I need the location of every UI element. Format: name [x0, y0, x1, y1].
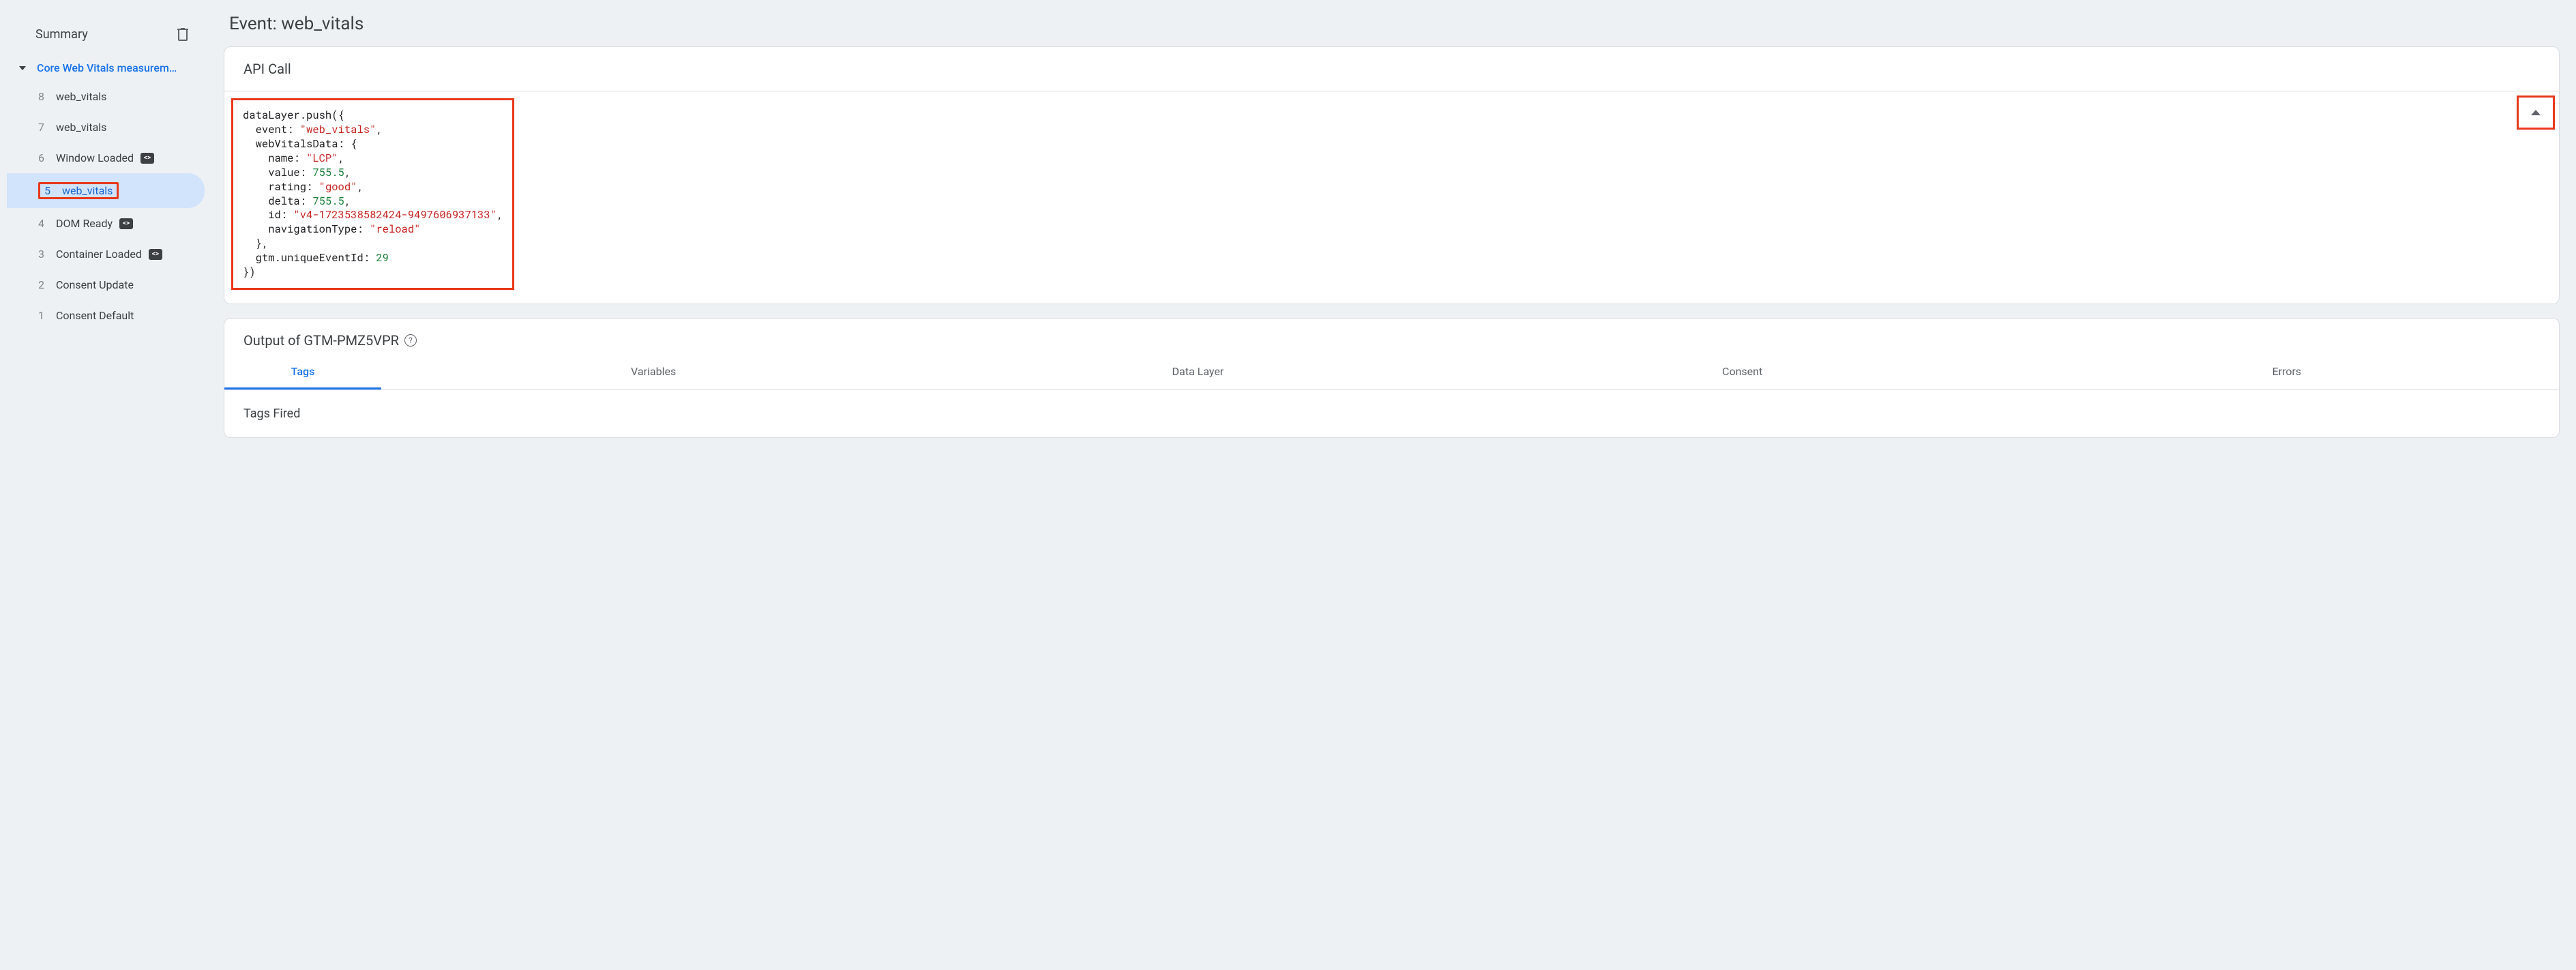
sidebar: Summary Core Web Vitals measurem… 8web_v…	[0, 0, 211, 970]
code-badge-icon: <>	[140, 153, 154, 164]
sidebar-event-item[interactable]: 8web_vitals	[7, 81, 205, 112]
code-badge-icon: <>	[149, 249, 162, 260]
sidebar-event-item[interactable]: 6Window Loaded <>	[7, 143, 205, 173]
event-label: Window Loaded	[56, 151, 134, 164]
sidebar-event-item[interactable]: 3Container Loaded <>	[7, 239, 205, 269]
code-wv-value: 755.5	[312, 166, 344, 179]
tab-variables[interactable]: Variables	[381, 355, 926, 390]
sidebar-header: Summary	[7, 14, 205, 55]
collapse-api-call-button[interactable]	[2517, 95, 2555, 130]
tab-consent[interactable]: Consent	[1470, 355, 2015, 390]
api-call-body: dataLayer.push({ event: "web_vitals", we…	[224, 91, 2559, 304]
api-call-card-title: API Call	[224, 47, 2559, 91]
event-label: web_vitals	[62, 184, 113, 197]
sidebar-event-item[interactable]: 2Consent Update	[7, 269, 205, 300]
chevron-up-icon	[2531, 110, 2541, 115]
output-card-header: Output of GTM-PMZ5VPR ?	[224, 319, 2559, 355]
code-unique-event-id: 29	[376, 251, 389, 265]
event-label: Consent Default	[56, 309, 134, 322]
sidebar-group-header[interactable]: Core Web Vitals measurem…	[7, 55, 205, 81]
sidebar-event-item[interactable]: 7web_vitals	[7, 112, 205, 143]
sidebar-group-label: Core Web Vitals measurem…	[37, 61, 177, 74]
clear-summary-icon[interactable]	[175, 26, 191, 42]
output-card-title: Output of GTM-PMZ5VPR	[243, 332, 399, 349]
event-number: 1	[38, 309, 56, 322]
sidebar-event-item[interactable]: 5web_vitals	[7, 173, 205, 208]
api-call-code-block: dataLayer.push({ event: "web_vitals", we…	[231, 98, 514, 290]
event-number: 7	[38, 121, 56, 134]
selected-highlight: 5web_vitals	[38, 182, 119, 199]
code-badge-icon: <>	[119, 218, 133, 229]
sidebar-event-item[interactable]: 4DOM Ready <>	[7, 208, 205, 239]
event-number: 6	[38, 151, 56, 164]
tab-errors[interactable]: Errors	[2015, 355, 2559, 390]
event-number: 3	[38, 248, 56, 261]
tab-tags[interactable]: Tags	[224, 355, 381, 390]
page-title: Event: web_vitals	[229, 14, 2560, 34]
event-number: 5	[44, 184, 62, 197]
code-wv-id: "v4-1723538582424-9497606937133"	[293, 208, 497, 222]
sidebar-event-item[interactable]: 1Consent Default	[7, 300, 205, 331]
event-label: Container Loaded	[56, 248, 142, 261]
code-wv-rating: "good"	[319, 180, 357, 194]
event-number: 2	[38, 278, 56, 291]
event-list: 8web_vitals7web_vitals6Window Loaded<>5w…	[7, 81, 205, 331]
event-number: 4	[38, 217, 56, 230]
event-number: 8	[38, 90, 56, 103]
api-call-card: API Call dataLayer.push({ event: "web_vi…	[224, 46, 2560, 304]
event-label: DOM Ready	[56, 217, 113, 230]
sidebar-title: Summary	[35, 27, 88, 42]
output-card: Output of GTM-PMZ5VPR ? TagsVariablesDat…	[224, 318, 2560, 438]
tab-data-layer[interactable]: Data Layer	[926, 355, 1470, 390]
code-wv-delta: 755.5	[312, 194, 344, 208]
help-icon[interactable]: ?	[404, 334, 417, 347]
code-fn: dataLayer.push	[243, 108, 331, 122]
tags-fired-heading: Tags Fired	[224, 390, 2559, 437]
event-label: web_vitals	[56, 90, 106, 103]
code-wv-name: "LCP"	[306, 151, 338, 165]
code-event-value: "web_vitals"	[300, 123, 376, 136]
app-root: Summary Core Web Vitals measurem… 8web_v…	[0, 0, 2576, 970]
event-label: Consent Update	[56, 278, 134, 291]
caret-down-icon	[19, 66, 26, 70]
event-label: web_vitals	[56, 121, 106, 134]
code-wv-navtype: "reload"	[370, 222, 420, 236]
output-tabs: TagsVariablesData LayerConsentErrors	[224, 355, 2559, 390]
main-content: Event: web_vitals API Call dataLayer.pus…	[211, 0, 2576, 970]
